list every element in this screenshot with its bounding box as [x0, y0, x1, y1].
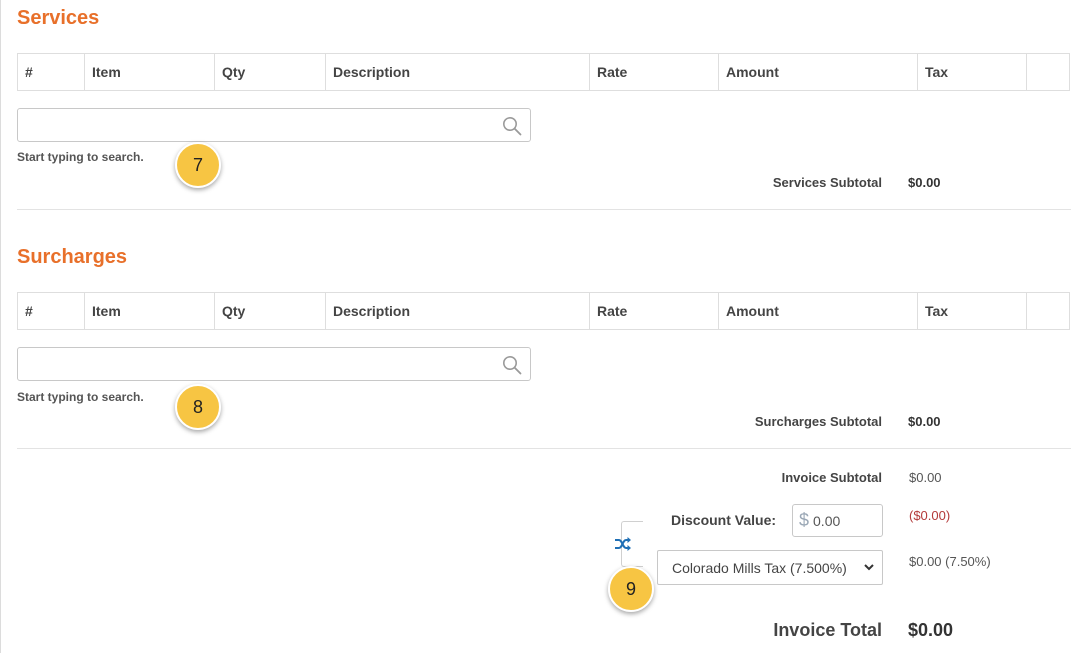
col-item: Item — [84, 53, 215, 91]
surcharges-subtotal-label: Surcharges Subtotal — [754, 414, 882, 429]
services-subtotal-value: $0.00 — [908, 175, 941, 190]
dollar-icon: $ — [799, 510, 810, 530]
discount-amount: ($0.00) — [909, 508, 951, 523]
step-badge-8: 8 — [175, 384, 221, 430]
col-tax: Tax — [917, 53, 1027, 91]
section-divider — [17, 448, 1071, 449]
col-description: Description — [325, 292, 590, 330]
invoice-total-label: Invoice Total — [773, 620, 882, 640]
step-badge-9: 9 — [608, 566, 654, 612]
section-divider — [17, 209, 1071, 210]
col-rate: Rate — [589, 292, 719, 330]
discount-label: Discount Value: — [671, 512, 777, 528]
step-badge-7: 7 — [175, 142, 221, 188]
col-qty: Qty — [214, 292, 326, 330]
invoice-subtotal-value: $0.00 — [909, 470, 942, 485]
col-qty: Qty — [214, 53, 326, 91]
invoice-subtotal-label: Invoice Subtotal — [781, 470, 882, 485]
services-table-header: # Item Qty Description Rate Amount Tax — [17, 53, 1070, 91]
search-icon — [503, 117, 522, 136]
discount-input-value: 0.00 — [813, 512, 841, 529]
invoice-total-value: $0.00 — [908, 620, 954, 640]
col-amount: Amount — [718, 292, 918, 330]
tax-select-value: Colorado Mills Tax (7.500%) — [672, 559, 847, 576]
col-amount: Amount — [718, 53, 918, 91]
surcharges-search-input[interactable] — [17, 347, 531, 381]
services-table: # Item Qty Description Rate Amount Tax — [17, 53, 1070, 91]
col-actions — [1026, 53, 1070, 91]
col-rate: Rate — [589, 53, 719, 91]
chevron-down-icon — [864, 564, 874, 571]
discount-value-input[interactable]: $ 0.00 — [792, 504, 883, 537]
search-icon — [503, 356, 522, 375]
services-search-input[interactable] — [17, 108, 531, 142]
shuffle-icon[interactable] — [613, 535, 633, 553]
services-subtotal-label: Services Subtotal — [772, 175, 882, 190]
services-title: Services — [17, 7, 100, 29]
col-number: # — [17, 53, 85, 91]
surcharges-table-header: # Item Qty Description Rate Amount Tax — [17, 292, 1070, 330]
tax-select[interactable]: Colorado Mills Tax (7.500%) — [657, 550, 883, 585]
surcharges-table: # Item Qty Description Rate Amount Tax — [17, 292, 1070, 330]
col-tax: Tax — [917, 292, 1027, 330]
surcharges-search-hint: Start typing to search. — [17, 390, 144, 404]
tax-amount: $0.00 (7.50%) — [909, 554, 991, 569]
col-number: # — [17, 292, 85, 330]
surcharges-title: Surcharges — [17, 246, 128, 268]
col-actions — [1026, 292, 1070, 330]
surcharges-subtotal-value: $0.00 — [908, 414, 941, 429]
services-search-hint: Start typing to search. — [17, 150, 144, 164]
col-item: Item — [84, 292, 215, 330]
col-description: Description — [325, 53, 590, 91]
